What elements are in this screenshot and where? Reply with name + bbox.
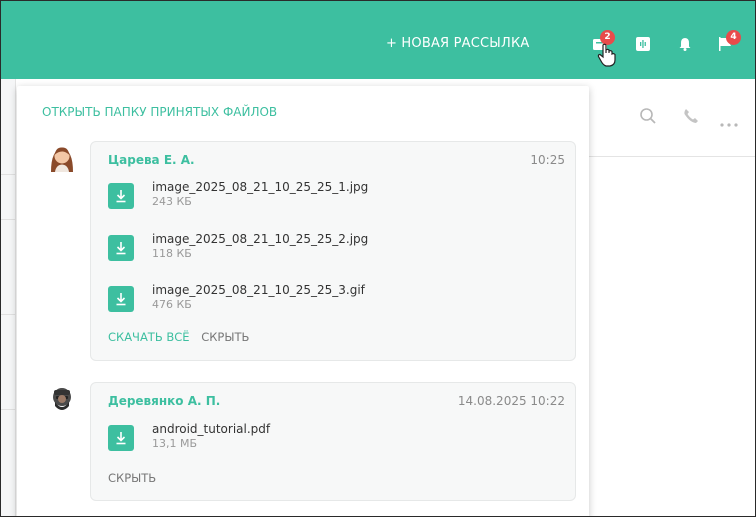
file-name[interactable]: image_2025_08_21_10_25_25_3.gif bbox=[152, 283, 365, 297]
message-card: Деревянко А. П. 14.08.2025 10:22 android… bbox=[90, 382, 576, 501]
hide-button[interactable]: СКРЫТЬ bbox=[108, 471, 156, 485]
received-files-popup: ОТКРЫТЬ ПАПКУ ПРИНЯТЫХ ФАЙЛОВ Царева Е. … bbox=[17, 86, 589, 516]
hand-cursor-icon bbox=[597, 43, 617, 67]
background-chat-toolbar bbox=[589, 79, 755, 157]
download-icon[interactable] bbox=[108, 235, 134, 261]
avatar bbox=[47, 384, 77, 414]
file-size: 118 КБ bbox=[152, 247, 192, 260]
flag-badge: 4 bbox=[726, 30, 741, 45]
download-icon[interactable] bbox=[108, 425, 134, 451]
sender-name[interactable]: Деревянко А. П. bbox=[108, 394, 220, 408]
new-mailing-button[interactable]: + НОВАЯ РАССЫЛКА bbox=[386, 36, 529, 51]
background-sidebar bbox=[1, 79, 16, 516]
open-received-folder-link[interactable]: ОТКРЫТЬ ПАПКУ ПРИНЯТЫХ ФАЙЛОВ bbox=[42, 105, 277, 119]
file-name[interactable]: image_2025_08_21_10_25_25_1.jpg bbox=[152, 180, 368, 194]
sender-name[interactable]: Царева Е. А. bbox=[108, 153, 195, 167]
top-bar: + НОВАЯ РАССЫЛКА 2 4 bbox=[1, 1, 755, 79]
download-icon[interactable] bbox=[108, 286, 134, 312]
message-card: Царева Е. А. 10:25 image_2025_08_21_10_2… bbox=[90, 141, 576, 361]
app-window: + НОВАЯ РАССЫЛКА 2 4 ОТКРЫТЬ ПАПКУ ПРИНЯ… bbox=[0, 0, 756, 517]
file-item[interactable]: android_tutorial.pdf 13,1 МБ bbox=[108, 422, 508, 458]
bell-icon[interactable] bbox=[677, 36, 693, 52]
file-name[interactable]: android_tutorial.pdf bbox=[152, 422, 270, 436]
file-item[interactable]: image_2025_08_21_10_25_25_1.jpg 243 КБ bbox=[108, 180, 508, 216]
message-actions: СКРЫТЬ bbox=[108, 471, 156, 485]
file-size: 13,1 МБ bbox=[152, 437, 198, 450]
hide-button[interactable]: СКРЫТЬ bbox=[201, 330, 249, 344]
file-item[interactable]: image_2025_08_21_10_25_25_3.gif 476 КБ bbox=[108, 283, 508, 319]
phone-icon[interactable] bbox=[682, 107, 700, 129]
download-icon[interactable] bbox=[108, 183, 134, 209]
message-actions: СКАЧАТЬ ВСЁ СКРЫТЬ bbox=[108, 330, 249, 344]
avatar bbox=[47, 142, 77, 172]
search-icon[interactable] bbox=[639, 107, 657, 129]
voice-icon[interactable] bbox=[635, 36, 651, 52]
file-name[interactable]: image_2025_08_21_10_25_25_2.jpg bbox=[152, 232, 368, 246]
file-item[interactable]: image_2025_08_21_10_25_25_2.jpg 118 КБ bbox=[108, 232, 508, 268]
file-size: 476 КБ bbox=[152, 298, 192, 311]
more-icon[interactable] bbox=[719, 113, 739, 132]
message-time: 10:25 bbox=[530, 153, 565, 167]
download-all-button[interactable]: СКАЧАТЬ ВСЁ bbox=[108, 330, 190, 344]
file-size: 243 КБ bbox=[152, 195, 192, 208]
message-time: 14.08.2025 10:22 bbox=[457, 394, 565, 408]
